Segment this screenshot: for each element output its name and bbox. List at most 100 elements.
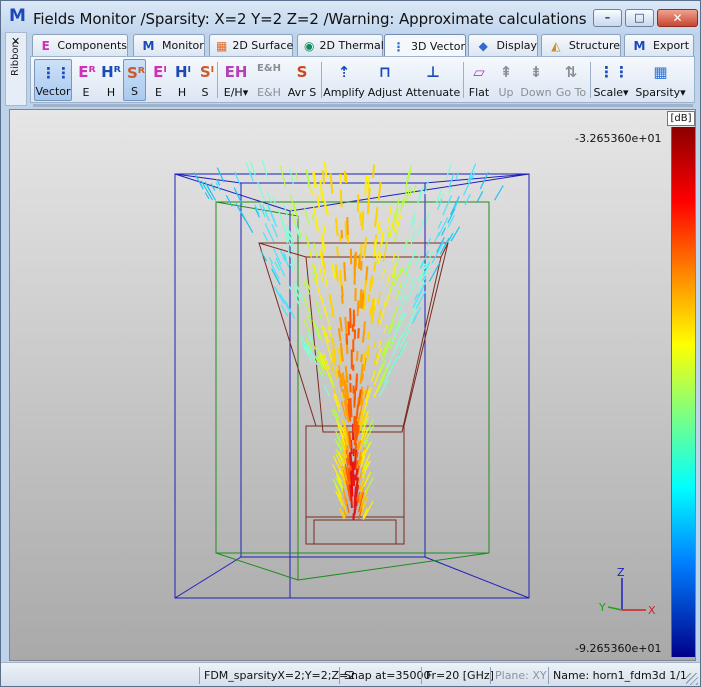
- field-vector-arrow: [372, 350, 379, 367]
- field-vector-arrow: [315, 278, 322, 299]
- field-vector-arrow: [347, 321, 350, 336]
- down-button[interactable]: ⇟ Down: [519, 59, 553, 101]
- field-vector-arrow: [267, 192, 272, 203]
- field-vector-arrow: [343, 262, 347, 282]
- window-title: Fields Monitor /Sparsity: X=2 Y=2 Z=2 /W…: [33, 10, 587, 28]
- field-vector-arrow: [382, 245, 388, 262]
- close-button[interactable]: ✕: [657, 9, 698, 27]
- toolbar-separator: [590, 62, 591, 98]
- amplify-icon: ⇡: [337, 63, 351, 81]
- minimize-button[interactable]: –: [593, 9, 622, 27]
- tool-label: Sparsity▾: [635, 86, 686, 99]
- tab-3d-vector[interactable]: ⋮ 3D Vector: [384, 34, 466, 58]
- go-to-icon: ⇅: [564, 63, 578, 81]
- up-button[interactable]: ⇞ Up: [494, 59, 518, 101]
- field-vector-arrow: [363, 280, 367, 296]
- field-vector-arrow: [392, 253, 396, 263]
- field-vector-arrow: [375, 250, 380, 260]
- field-vector-arrow: [326, 342, 333, 361]
- sparsity-button[interactable]: ▦ Sparsity▾: [633, 59, 688, 101]
- boundary-rect: [215, 201, 490, 554]
- field-vector-arrow: [305, 235, 312, 253]
- field-vector-arrow: [354, 428, 358, 444]
- field-vector-arrow: [371, 370, 376, 382]
- flat-button[interactable]: ▱ Flat: [465, 59, 493, 101]
- tool-label: E: [155, 86, 162, 99]
- e-h-menu-button[interactable]: EH E/H▾: [219, 59, 253, 101]
- field-vector-arrow: [320, 296, 327, 316]
- tab-label: Components: [57, 39, 127, 52]
- y-axis-line: [607, 606, 623, 611]
- tab-monitor[interactable]: M Monitor: [133, 34, 205, 56]
- field-vector-arrow: [339, 234, 342, 242]
- field-vector-arrow: [348, 432, 352, 446]
- display-icon: ◆: [478, 38, 488, 53]
- field-vector-arrow: [323, 200, 328, 212]
- title-bar[interactable]: M Fields Monitor /Sparsity: X=2 Y=2 Z=2 …: [1, 1, 700, 33]
- box-edge: [174, 173, 242, 184]
- up-icon: ⇞: [499, 63, 513, 81]
- field-vector-arrow: [372, 238, 378, 257]
- tab-display[interactable]: ◆ Display: [468, 34, 538, 56]
- field-vector-arrow: [361, 293, 365, 309]
- tab-structure[interactable]: ◭ Structure: [541, 34, 621, 56]
- field-vector-arrow: [345, 333, 349, 345]
- tab-2d-thermal[interactable]: ◉ 2D Thermal: [297, 34, 384, 56]
- e-and-h-icon: E&H: [257, 63, 281, 74]
- field-vector-arrow: [464, 193, 471, 206]
- maximize-button[interactable]: □: [625, 9, 654, 27]
- vector-icon: ⋮⋮: [41, 64, 71, 82]
- horn-flare-back: [258, 242, 449, 427]
- go-to-button[interactable]: ⇅ Go To: [554, 59, 588, 101]
- field-vector-arrow: [366, 176, 370, 191]
- 3d-vector-viewport[interactable]: Z X Y [dB] -3.265360e+01 -9.265360e+01: [9, 109, 696, 661]
- status-plane: Plane: XY: [490, 667, 547, 684]
- adjust-icon: ⊓: [379, 63, 391, 81]
- flat-icon: ▱: [473, 63, 485, 81]
- tab-export[interactable]: M Export: [624, 34, 694, 56]
- attenuate-button[interactable]: ⊥ Attenuate: [405, 59, 461, 101]
- tab-label: 2D Thermal: [319, 39, 384, 52]
- amplify-button[interactable]: ⇡ Amplify: [323, 59, 365, 101]
- tool-label: S: [131, 85, 138, 98]
- h-imag-button[interactable]: Hᴵ H: [171, 59, 193, 101]
- field-vector-arrow: [289, 169, 294, 185]
- fields-monitor-window: M Fields Monitor /Sparsity: X=2 Y=2 Z=2 …: [0, 0, 701, 687]
- s-real-button[interactable]: Sᴿ S: [123, 59, 146, 101]
- waveguide-feed: [305, 516, 405, 545]
- tab-2d-surface[interactable]: ▦ 2D Surface: [209, 34, 293, 56]
- scale-icon: ⋮⋮: [599, 63, 629, 81]
- field-vector-arrow: [361, 363, 364, 371]
- field-vector-arrow: [374, 298, 377, 306]
- vector-button[interactable]: ⋮⋮ Vector: [34, 59, 72, 101]
- 3d-scene[interactable]: Z X Y: [10, 110, 695, 660]
- 3d-vector-icon: ⋮: [392, 39, 405, 54]
- h-real-button[interactable]: Hᴿ H: [99, 59, 123, 101]
- avr-s-button[interactable]: S Avr S: [285, 59, 319, 101]
- field-vector-arrow: [402, 239, 408, 252]
- scale-button[interactable]: ⋮⋮ Scale▾: [592, 59, 630, 101]
- tab-label: Export: [653, 39, 690, 52]
- field-vector-arrow: [349, 308, 352, 329]
- e-and-h-button[interactable]: E&H E&H: [255, 59, 283, 101]
- field-vector-arrow: [361, 327, 366, 343]
- field-vector-arrow: [340, 295, 344, 304]
- e-real-button[interactable]: Eᴿ E: [75, 59, 97, 101]
- field-vector-arrow: [347, 472, 351, 484]
- s-imag-button[interactable]: Sᴵ S: [195, 59, 215, 101]
- ribbon-toolbar: ⋮⋮ Vector Eᴿ E Hᴿ H Sᴿ S Eᴵ E Hᴵ H Sᴵ S EH E/H▾ …: [30, 56, 695, 103]
- field-vector-arrow: [476, 191, 484, 202]
- box-edge: [424, 556, 530, 599]
- adjust-button[interactable]: ⊓ Adjust: [367, 59, 403, 101]
- resize-grip-icon[interactable]: [686, 673, 698, 685]
- field-vector-arrow: [359, 288, 363, 309]
- tool-label: Avr S: [287, 86, 317, 99]
- field-vector-arrow: [361, 210, 365, 231]
- field-vector-arrow: [355, 404, 360, 420]
- e-imag-button[interactable]: Eᴵ E: [148, 59, 169, 101]
- field-vector-arrow: [383, 298, 387, 307]
- tool-label: Down: [520, 86, 552, 99]
- tool-label: Amplify: [323, 86, 365, 99]
- field-vector-arrow: [450, 196, 460, 216]
- tab-components[interactable]: E Components: [32, 34, 128, 56]
